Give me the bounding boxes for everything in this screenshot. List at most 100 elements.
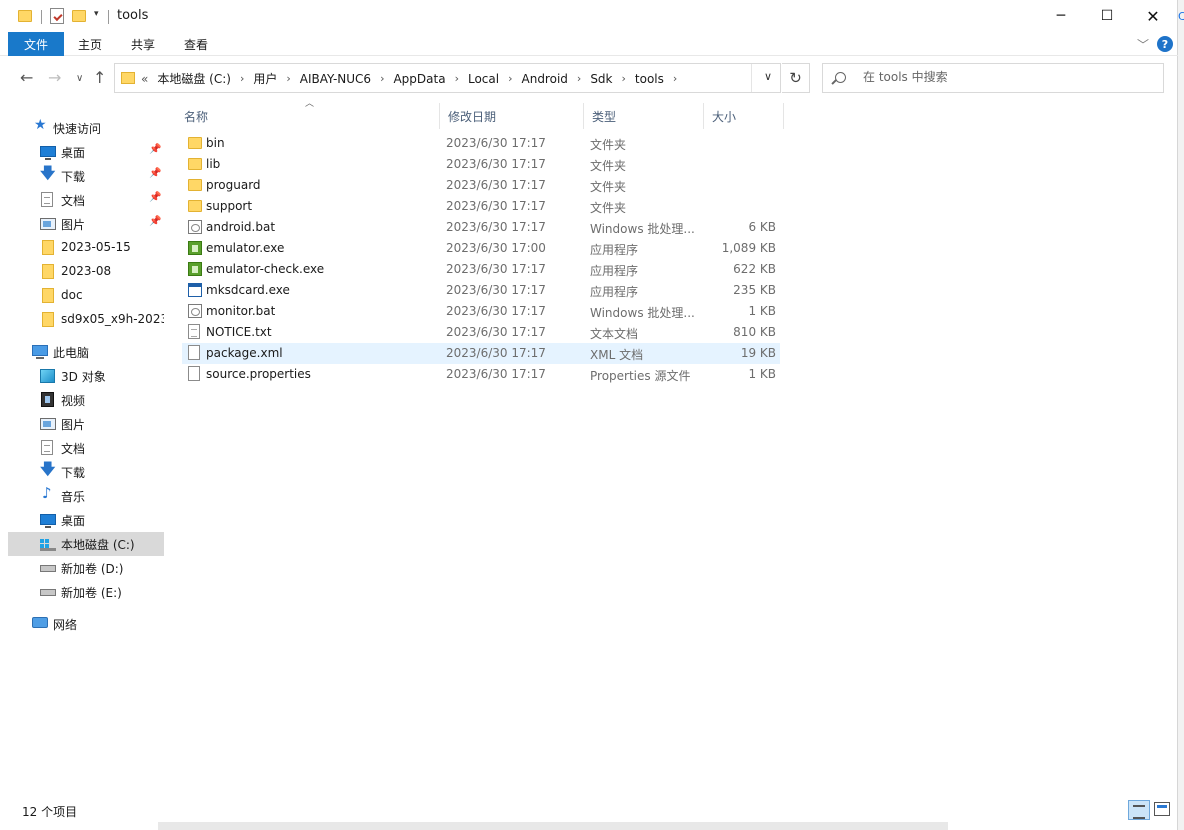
file-size: 6 KB xyxy=(748,220,776,234)
column-header-name[interactable]: 名称 xyxy=(176,103,440,129)
sidebar-item-volume-d[interactable]: 新加卷 (D:) xyxy=(0,556,164,580)
file-type: 文本文档 xyxy=(590,327,639,341)
breadcrumb-item[interactable]: AIBAY-NUC6 xyxy=(300,72,371,86)
tab-file[interactable]: 文件 xyxy=(8,32,64,56)
sidebar-item-downloads[interactable]: 🡇 下载 📌 xyxy=(0,164,164,188)
sidebar-item-downloads[interactable]: 🡇 下载 xyxy=(0,460,164,484)
file-size: 1 KB xyxy=(748,367,776,381)
file-name: package.xml xyxy=(206,346,283,360)
breadcrumb-item[interactable]: 用户 xyxy=(253,70,277,87)
sidebar-item-3d-objects[interactable]: 3D 对象 xyxy=(0,364,164,388)
file-name: emulator.exe xyxy=(206,241,285,255)
details-view-button[interactable] xyxy=(1128,800,1150,820)
file-name: NOTICE.txt xyxy=(206,325,272,339)
address-history-chevron-icon[interactable]: ∨ xyxy=(764,70,772,83)
sidebar-item-label: 2023-05-15 xyxy=(61,240,131,254)
sidebar-item-folder[interactable]: sd9x05_x9h-20230 xyxy=(0,308,164,332)
breadcrumb-item[interactable]: tools xyxy=(635,72,664,86)
sidebar-item-documents[interactable]: 文档 xyxy=(0,436,164,460)
file-row[interactable]: proguard 2023/6/30 17:17 文件夹 xyxy=(182,175,780,196)
item-count: 12 个项目 xyxy=(22,805,78,819)
file-row[interactable]: NOTICE.txt 2023/6/30 17:17 文本文档 810 KB xyxy=(182,322,780,343)
folder-icon xyxy=(42,288,54,303)
picture-icon xyxy=(40,418,56,430)
sidebar-item-music[interactable]: ♪ 音乐 xyxy=(0,484,164,508)
file-name: source.properties xyxy=(206,367,311,381)
column-header-type[interactable]: 类型 xyxy=(584,103,704,129)
address-bar[interactable]: « 本地磁盘 (C:) › 用户 › AIBAY-NUC6 › AppData › Lo… xyxy=(114,63,781,93)
tab-view[interactable]: 查看 xyxy=(184,36,208,53)
large-icons-view-button[interactable] xyxy=(1154,802,1170,816)
back-arrow-icon[interactable]: ← xyxy=(20,68,33,87)
recent-locations-chevron-icon[interactable]: ∨ xyxy=(76,73,83,84)
toolbar-separator xyxy=(108,10,109,24)
expand-ribbon-chevron-icon[interactable]: ﹀ xyxy=(1137,36,1149,53)
sidebar-item-label: sd9x05_x9h-20230 xyxy=(61,312,164,326)
breadcrumb-item[interactable]: Android xyxy=(522,72,568,86)
file-row[interactable]: package.xml 2023/6/30 17:17 XML 文档 19 KB xyxy=(182,343,780,364)
file-type: 应用程序 xyxy=(590,264,639,278)
minimize-button[interactable]: ─ xyxy=(1038,0,1084,32)
tab-share[interactable]: 共享 xyxy=(131,36,155,53)
sidebar-item-label: 新加卷 (E:) xyxy=(61,586,122,600)
file-row[interactable]: support 2023/6/30 17:17 文件夹 xyxy=(182,196,780,217)
help-button[interactable]: ? xyxy=(1157,36,1173,52)
properties-icon[interactable] xyxy=(0,7,70,25)
file-size: 1,089 KB xyxy=(721,241,776,255)
network-icon xyxy=(32,617,48,628)
sidebar-item-videos[interactable]: 视频 xyxy=(0,388,164,412)
refresh-button[interactable]: ↻ xyxy=(782,63,810,93)
breadcrumb-item[interactable]: Local xyxy=(468,72,499,86)
sidebar-item-desktop[interactable]: 桌面 xyxy=(0,508,164,532)
sidebar-item-folder[interactable]: 2023-08 xyxy=(0,260,164,284)
new-folder-icon[interactable] xyxy=(72,7,88,25)
title-bar: ▾ tools ─ ☐ ✕ xyxy=(0,0,1178,32)
breadcrumb-item[interactable]: AppData xyxy=(393,72,445,86)
file-row[interactable]: lib 2023/6/30 17:17 文件夹 xyxy=(182,154,780,175)
customize-toolbar-dropdown-icon[interactable]: ▾ xyxy=(94,9,99,19)
breadcrumb-item[interactable]: 本地磁盘 (C:) xyxy=(157,70,231,87)
close-button[interactable]: ✕ xyxy=(1130,0,1176,32)
sidebar-item-quick-access[interactable]: ★ 快速访问 xyxy=(0,116,164,140)
file-row[interactable]: mksdcard.exe 2023/6/30 17:17 应用程序 235 KB xyxy=(182,280,780,301)
breadcrumb-overflow[interactable]: « xyxy=(141,72,148,86)
column-header-size[interactable]: 大小 xyxy=(704,103,784,129)
file-row[interactable]: android.bat 2023/6/30 17:17 Windows 批处理...… xyxy=(182,217,780,238)
file-row[interactable]: monitor.bat 2023/6/30 17:17 Windows 批处理...… xyxy=(182,301,780,322)
sidebar-item-this-pc[interactable]: 此电脑 xyxy=(0,340,164,364)
sidebar-item-local-disk-c[interactable]: 本地磁盘 (C:) xyxy=(8,532,164,556)
file-name: lib xyxy=(206,157,221,171)
file-row[interactable]: bin 2023/6/30 17:17 文件夹 xyxy=(182,133,780,154)
sidebar-item-label: 音乐 xyxy=(61,490,86,504)
file-modified-date: 2023/6/30 17:17 xyxy=(446,199,546,213)
tab-home[interactable]: 主页 xyxy=(78,36,102,53)
sidebar-item-network[interactable]: 网络 xyxy=(0,612,164,636)
search-box[interactable] xyxy=(822,63,1164,93)
column-header-date[interactable]: 修改日期 xyxy=(440,103,584,129)
sidebar-item-pictures[interactable]: 图片 📌 xyxy=(0,212,164,236)
file-type: 应用程序 xyxy=(590,285,639,299)
file-row[interactable]: emulator.exe 2023/6/30 17:00 应用程序 1,089 KB xyxy=(182,238,780,259)
sidebar-item-volume-e[interactable]: 新加卷 (E:) xyxy=(0,580,164,604)
music-note-icon: ♪ xyxy=(42,484,52,502)
search-input[interactable] xyxy=(863,70,1153,84)
file-type: 文件夹 xyxy=(590,159,627,173)
file-row[interactable]: source.properties 2023/6/30 17:17 Properti… xyxy=(182,364,780,385)
sidebar-item-label: doc xyxy=(61,288,83,302)
up-arrow-icon[interactable]: ↑ xyxy=(93,68,106,87)
sidebar-item-documents[interactable]: 文档 📌 xyxy=(0,188,164,212)
folder-icon xyxy=(188,200,202,212)
breadcrumb-item[interactable]: Sdk xyxy=(590,72,612,86)
file-modified-date: 2023/6/30 17:17 xyxy=(446,136,546,150)
sidebar-item-folder[interactable]: doc xyxy=(0,284,164,308)
app-exe-icon xyxy=(188,262,202,276)
sidebar-item-pictures[interactable]: 图片 xyxy=(0,412,164,436)
file-type: Windows 批处理... xyxy=(590,222,695,236)
maximize-button[interactable]: ☐ xyxy=(1084,0,1130,32)
sidebar-item-label: 图片 xyxy=(61,418,86,432)
sidebar-item-desktop[interactable]: 桌面 📌 xyxy=(0,140,164,164)
file-row[interactable]: emulator-check.exe 2023/6/30 17:17 应用程序 622… xyxy=(182,259,780,280)
sidebar-item-label: 快速访问 xyxy=(53,122,102,136)
forward-arrow-icon[interactable]: → xyxy=(48,68,61,87)
sidebar-item-folder[interactable]: 2023-05-15 xyxy=(0,236,164,260)
